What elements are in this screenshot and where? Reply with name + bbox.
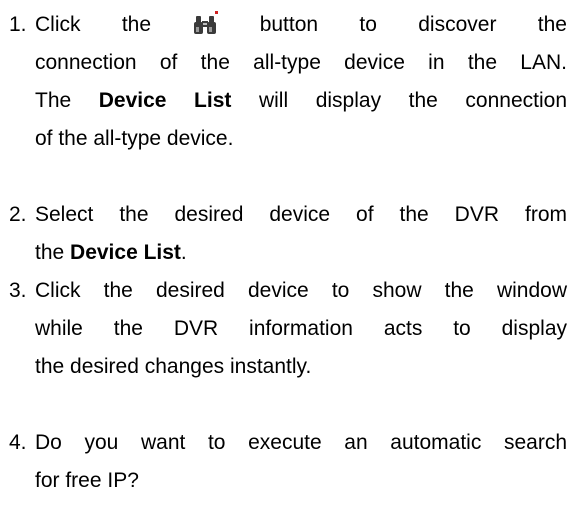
step-3: 3. Click the desired device to show the … <box>0 272 571 386</box>
icon-mark <box>215 11 219 14</box>
step-text: The <box>35 89 99 112</box>
step-1-line-4: of the all-type device. <box>35 127 234 150</box>
step-number: 1. <box>9 13 27 36</box>
binoculars-icon <box>192 11 219 37</box>
step-text-word: button <box>259 13 319 36</box>
step-text-word: the <box>121 13 152 36</box>
device-list-term: Device List <box>98 89 232 112</box>
step-1: 1. Click the button to discover the conn… <box>0 6 571 158</box>
step-4-line-2: for free IP? <box>35 469 139 492</box>
step-2-line-1: Select the desired device of the DVR fro… <box>35 203 567 226</box>
step-number: 2. <box>9 203 27 226</box>
step-4: 4. Do you want to execute an automatic s… <box>0 424 571 500</box>
step-number: 3. <box>9 279 27 302</box>
step-text: . <box>180 241 187 264</box>
step-text: the <box>35 241 71 264</box>
instruction-document: 1. Click the button to discover the conn… <box>0 0 571 515</box>
device-list-term: Device List <box>70 241 181 264</box>
step-1-line-3: The Device List will display the connect… <box>35 82 567 120</box>
step-2-line-2: the Device List. <box>35 234 567 272</box>
step-3-line-3: the desired changes instantly. <box>35 355 312 378</box>
step-number: 4. <box>9 431 27 454</box>
step-text-word: discover <box>418 13 497 36</box>
step-3-line-2: while the DVR information acts to displa… <box>35 317 567 340</box>
step-text-word: the <box>537 13 567 36</box>
step-2: 2. Select the desired device of the DVR … <box>0 196 571 272</box>
step-4-line-1: Do you want to execute an automatic sear… <box>35 431 567 454</box>
step-1-line-2: connection of the all-type device in the… <box>35 51 567 74</box>
step-3-line-1: Click the desired device to show the win… <box>35 279 567 302</box>
step-text-word: Click <box>35 13 81 36</box>
step-text: will display the connection <box>231 89 568 112</box>
step-text-word: to <box>359 13 377 36</box>
step-1-line-1: Click the button to discover the <box>35 6 567 44</box>
